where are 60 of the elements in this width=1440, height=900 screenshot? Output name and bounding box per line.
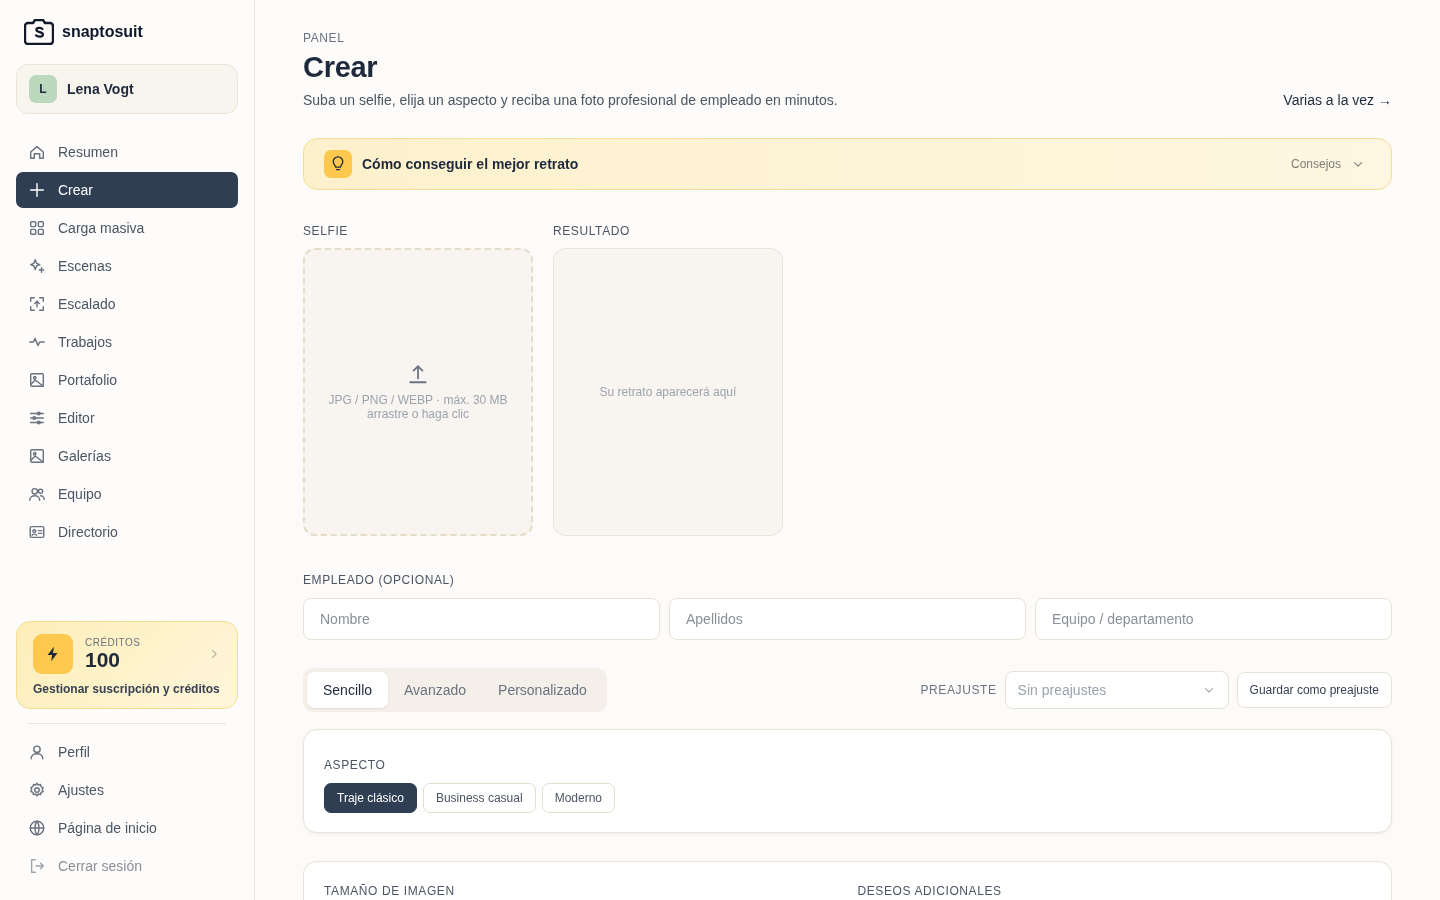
upload-icon [407, 363, 429, 385]
image-icon [28, 371, 46, 389]
page-eyebrow: PANEL [303, 31, 346, 45]
upscale-icon [28, 295, 46, 313]
sparkle-icon [28, 257, 46, 275]
settings-icon [28, 781, 46, 799]
lightbulb-icon [324, 150, 352, 178]
mode-tab[interactable]: Sencillo [307, 672, 389, 708]
nav-item[interactable]: Portafolio [16, 362, 238, 398]
credits-card[interactable]: CRÉDITOS 100 Gestionar suscripción y créditos [16, 621, 238, 709]
nav-item[interactable]: Escalado [16, 286, 238, 322]
brand-name: snaptosuit [62, 23, 143, 41]
page-subtitle: Suba un selfie, elija un aspecto y reciba una foto profesional de empleado en minutos. [303, 92, 838, 108]
text-field[interactable]: Apellidos [669, 598, 1026, 640]
image-icon [28, 447, 46, 465]
user-icon [28, 743, 46, 761]
id-card-icon [28, 523, 46, 541]
nav-item[interactable]: Editor [16, 400, 238, 436]
globe-icon [28, 819, 46, 837]
tips-toggle[interactable]: Consejos [1284, 156, 1371, 172]
logo-icon [24, 19, 54, 45]
nav-item[interactable]: Página de inicio [16, 810, 238, 846]
text-field[interactable]: Nombre [303, 598, 660, 640]
section-label: TAMAÑO DE IMAGEN [324, 884, 456, 898]
tips-title: Cómo conseguir el mejor retrato [362, 156, 579, 172]
nav-item[interactable]: Perfil [16, 734, 238, 770]
plus-icon [28, 181, 46, 199]
nav-item[interactable]: Resumen [16, 134, 238, 170]
section-label: DESEOS ADICIONALES [857, 884, 1003, 898]
section-label: SELFIE [303, 224, 349, 238]
grid-icon [28, 219, 46, 237]
logout-icon [28, 857, 46, 875]
batch-link[interactable]: Varias a la vez → [1283, 92, 1392, 108]
section-label: RESULTADO [553, 224, 631, 238]
aspect-option[interactable]: Moderno [541, 783, 615, 813]
nav-item[interactable]: Crear [16, 172, 238, 208]
section-label: ASPECTO [324, 758, 386, 772]
nav-item[interactable]: Trabajos [16, 324, 238, 360]
save-preset-button[interactable]: Guardar como preajuste [1236, 672, 1392, 708]
preset-label: PREAJUSTE [920, 683, 997, 697]
aspect-option[interactable]: Business casual [422, 783, 536, 813]
home-icon [28, 143, 46, 161]
text-field[interactable]: Equipo / departamento [1035, 598, 1392, 640]
page-title: Crear [303, 51, 379, 84]
mode-tab[interactable]: Avanzado [388, 672, 483, 708]
section-label: EMPLEADO (OPCIONAL) [303, 573, 455, 587]
bolt-icon [33, 634, 73, 674]
users-icon [28, 485, 46, 503]
result-preview: Su retrato aparecerá aquí [553, 248, 783, 536]
nav-item[interactable]: Equipo [16, 476, 238, 512]
nav-item[interactable]: Ajustes [16, 772, 238, 808]
nav-item[interactable]: Escenas [16, 248, 238, 284]
aspect-option[interactable]: Traje clásico [324, 783, 417, 813]
user-card[interactable]: L Lena Vogt [16, 64, 238, 114]
nav-item[interactable]: Carga masiva [16, 210, 238, 246]
nav-item[interactable]: Galerías [16, 438, 238, 474]
mode-tab[interactable]: Personalizado [482, 672, 603, 708]
user-avatar: L [29, 75, 57, 103]
nav-item[interactable]: Directorio [16, 514, 238, 550]
sliders-icon [28, 409, 46, 427]
